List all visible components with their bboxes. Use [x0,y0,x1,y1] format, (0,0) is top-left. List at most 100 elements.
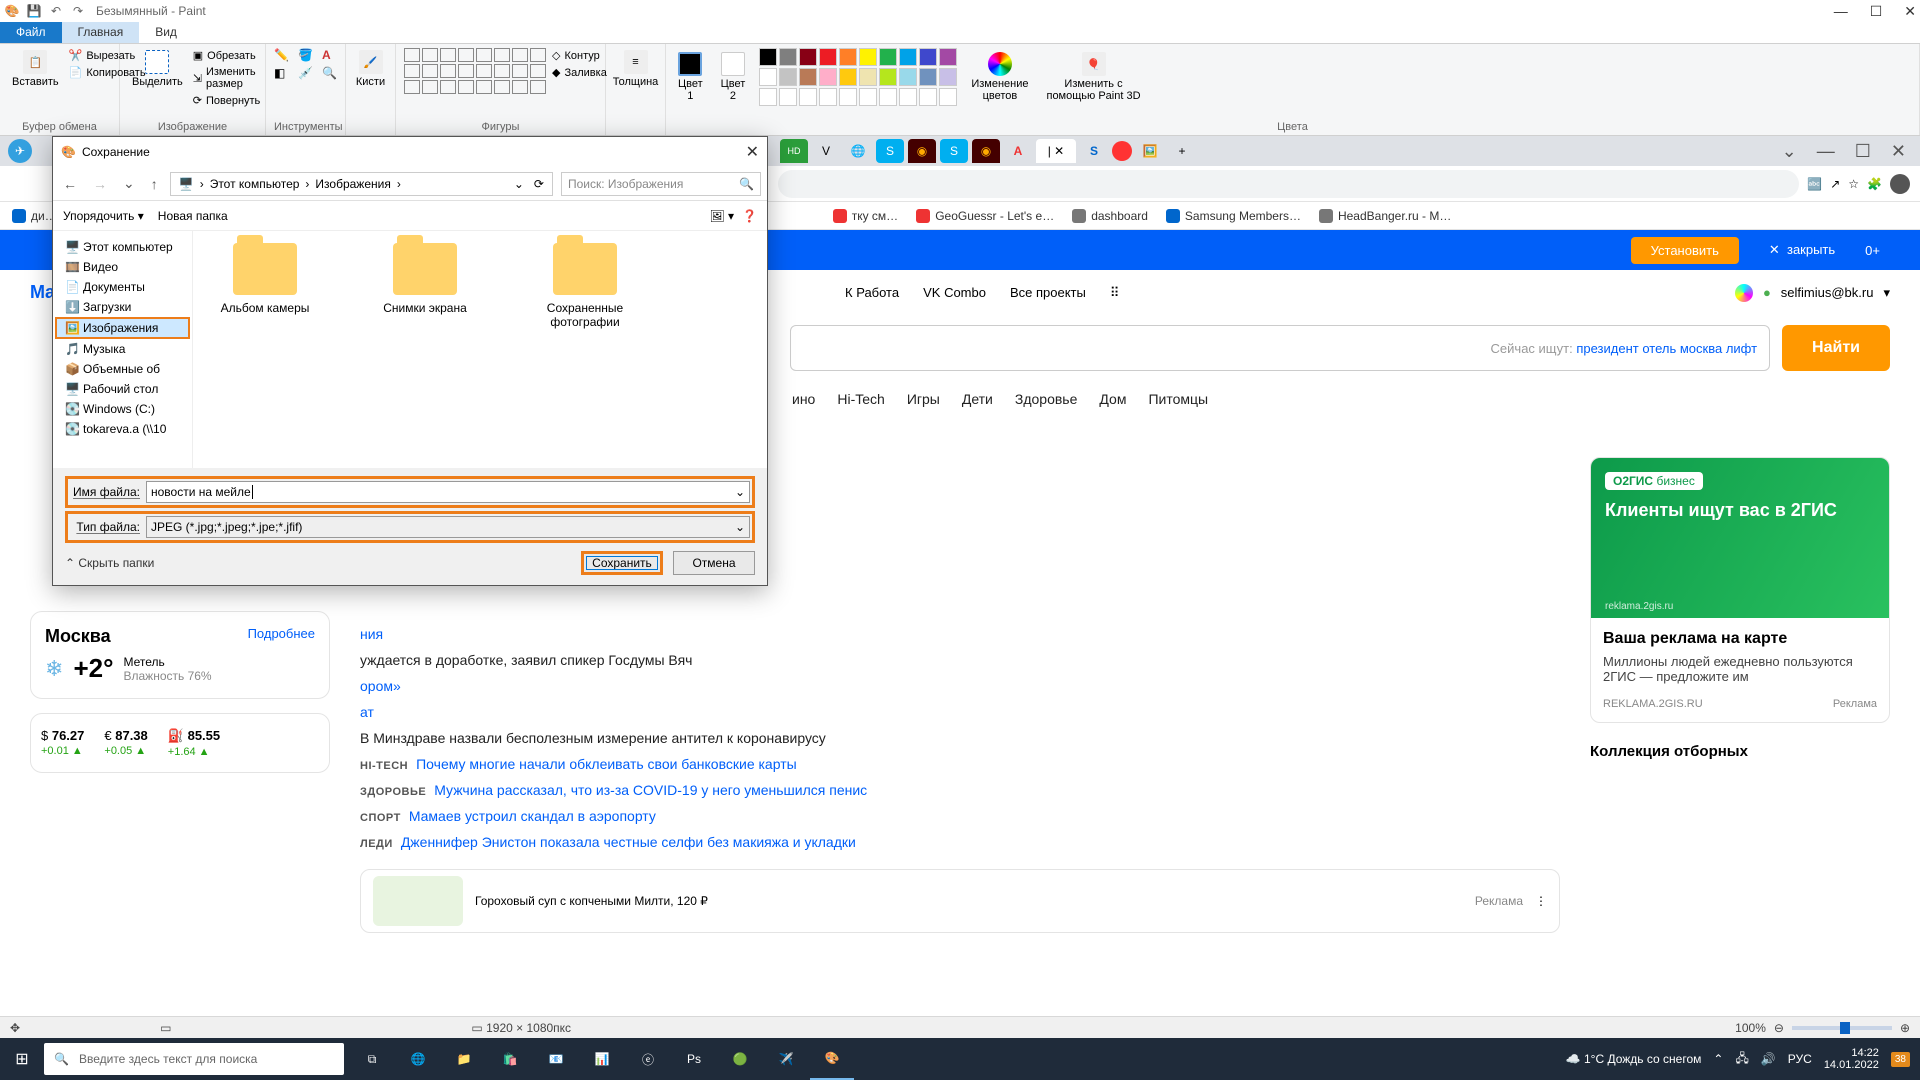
task-view-icon[interactable]: ⧉ [350,1038,394,1080]
outline-button[interactable]: ◇Контур [550,48,609,63]
text-icon[interactable]: A [322,48,342,62]
forward-icon[interactable]: → [89,176,111,192]
rotate-button[interactable]: ⟳Повернуть [191,93,263,108]
browser-tab[interactable]: S [876,139,904,163]
browser-tab-active[interactable]: | ✕ [1036,139,1076,163]
color-swatch[interactable] [899,88,917,106]
excel-icon[interactable]: 📊 [580,1038,624,1080]
save-icon[interactable]: 💾 [26,3,42,19]
maximize-icon[interactable]: ☐ [1855,141,1871,162]
tray-chevron-up-icon[interactable]: ⌃ [1713,1052,1723,1066]
thickness-button[interactable]: ≡ Толщина [614,48,657,90]
color-swatch[interactable] [759,48,777,66]
shapes-gallery[interactable] [404,48,546,94]
ie-icon[interactable]: ⓔ [626,1038,670,1080]
tree-node[interactable]: 🖼️Изображения [55,317,190,339]
up-icon[interactable]: ↑ [147,176,162,192]
chrome-icon[interactable]: 🟢 [718,1038,762,1080]
browser-tab[interactable]: HD [780,139,808,163]
apps-icon[interactable]: ⠿ [1110,285,1120,301]
file-list[interactable]: Альбом камерыСнимки экранаСохраненные фо… [193,231,767,468]
nav-item[interactable]: ино [792,391,815,407]
tree-node[interactable]: 🎵Музыка [55,339,190,359]
edit-colors-button[interactable]: Изменение цветов [967,50,1032,104]
nav-item[interactable]: Hi-Tech [837,391,884,407]
browser-tab[interactable]: 🌐 [844,139,872,163]
color-swatch[interactable] [939,68,957,86]
user-email[interactable]: selfimius@bk.ru [1781,285,1874,300]
fill-button[interactable]: ◆Заливка [550,65,609,80]
bookmark[interactable]: HeadBanger.ru - М… [1319,209,1451,223]
tree-node[interactable]: 💽tokareva.a (\\10 [55,419,190,439]
eraser-icon[interactable]: ◧ [274,66,294,80]
browser-tab[interactable]: ◉ [972,139,1000,163]
browser-tab[interactable]: ✈ [8,139,32,163]
close-icon[interactable]: ✕ [1891,141,1906,162]
color-swatch[interactable] [779,68,797,86]
maximize-icon[interactable]: ☐ [1870,3,1883,20]
browser-tab[interactable]: V [812,139,840,163]
network-icon[interactable]: 🖧 [1735,1049,1748,1070]
color-swatch[interactable] [939,88,957,106]
nav-item[interactable]: Дети [962,391,993,407]
translate-icon[interactable]: 🔤 [1807,177,1822,191]
bookmark[interactable]: Samsung Members… [1166,209,1301,223]
notifications-icon[interactable]: 38 [1891,1052,1910,1067]
zoom-icon[interactable]: 🔍 [322,66,342,80]
cancel-button[interactable]: Отмена [673,551,755,575]
tab-view[interactable]: Вид [139,22,193,43]
search-button[interactable]: Найти [1782,325,1890,371]
weather-tray[interactable]: ☁️ 1°C Дождь со снегом [1566,1052,1702,1066]
nav-item[interactable]: Здоровье [1015,391,1078,407]
color-swatch[interactable] [819,88,837,106]
bookmark[interactable]: тку см… [833,209,898,223]
color-swatch[interactable] [939,48,957,66]
photoshop-icon[interactable]: Ps [672,1038,716,1080]
color-swatch[interactable] [859,88,877,106]
weather-card[interactable]: Подробнее Москва ❄ +2° Метель Влажность … [30,611,330,699]
search-input[interactable]: Сейчас ищут: президент отель москва лифт [790,325,1770,371]
clock[interactable]: 14:22 14.01.2022 [1824,1047,1879,1071]
fill-icon[interactable]: 🪣 [298,48,318,62]
folder-search-input[interactable]: Поиск: Изображения 🔍 [561,172,761,196]
minimize-icon[interactable]: — [1817,141,1835,162]
dialog-close-icon[interactable]: ✕ [746,142,759,162]
color-swatch[interactable] [879,48,897,66]
news-item[interactable]: ЗДОРОВЬЕМужчина рассказал, что из-за COV… [360,777,1560,803]
folder-item[interactable]: Альбом камеры [205,243,325,315]
color-swatch[interactable] [919,88,937,106]
organize-button[interactable]: Упорядочить ▾ [63,209,144,223]
outlook-icon[interactable]: 📧 [534,1038,578,1080]
resize-button[interactable]: ⇲Изменить размер [191,65,263,91]
news-item[interactable]: СПОРТМамаев устроил скандал в аэропорту [360,803,1560,829]
tree-node[interactable]: 📄Документы [55,277,190,297]
color-swatch[interactable] [779,48,797,66]
folder-item[interactable]: Сохраненные фотографии [525,243,645,329]
browser-tab[interactable] [1112,141,1132,161]
picker-icon[interactable]: 💉 [298,66,318,80]
color-swatch[interactable] [779,88,797,106]
color-swatch[interactable] [839,68,857,86]
news-item[interactable]: уждается в доработке, заявил спикер Госд… [360,647,1560,673]
store-icon[interactable]: 🛍️ [488,1038,532,1080]
color-swatch[interactable] [799,68,817,86]
zoom-out-icon[interactable]: ⊖ [1774,1021,1784,1035]
edge-icon[interactable]: 🌐 [396,1038,440,1080]
back-icon[interactable]: ← [59,176,81,192]
browser-tab[interactable]: S [1080,139,1108,163]
weather-more[interactable]: Подробнее [248,626,315,641]
news-item[interactable]: ором» [360,673,1560,699]
color-swatch[interactable] [839,88,857,106]
tree-node[interactable]: 💽Windows (C:) [55,399,190,419]
lang-indicator[interactable]: РУС [1788,1052,1812,1066]
tab-file[interactable]: Файл [0,22,62,43]
color-swatch[interactable] [759,88,777,106]
taskbar-search-input[interactable]: 🔍 Введите здесь текст для поиска [44,1043,344,1075]
tree-node[interactable]: 📦Объемные об [55,359,190,379]
minimize-icon[interactable]: — [1834,3,1848,20]
news-item[interactable]: HI-TECHПочему многие начали обклеивать с… [360,751,1560,777]
crop-button[interactable]: ▣Обрезать [191,48,263,63]
news-item[interactable]: ния [360,621,1560,647]
color-swatch[interactable] [919,48,937,66]
share-icon[interactable]: ↗ [1830,177,1840,191]
